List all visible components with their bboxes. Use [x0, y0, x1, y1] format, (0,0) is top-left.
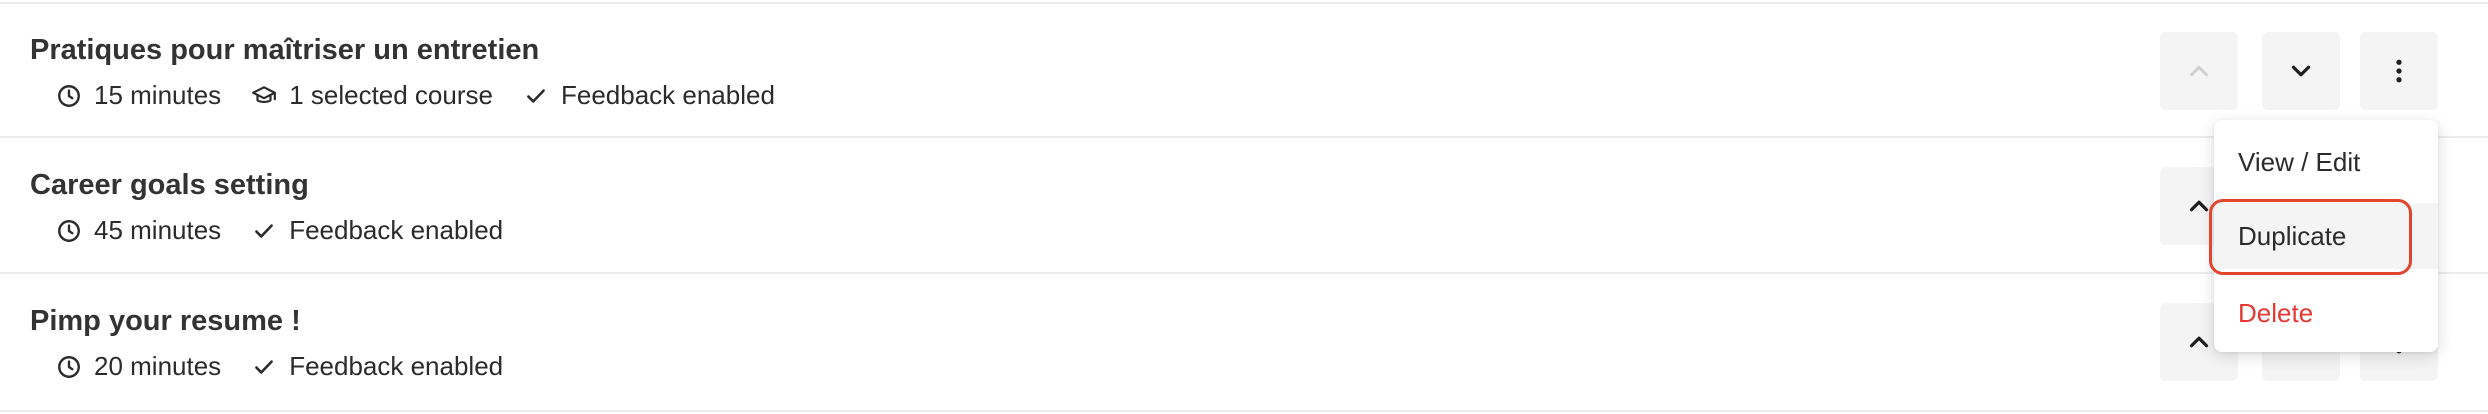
feedback-text: Feedback enabled — [289, 215, 504, 245]
divider — [0, 136, 2488, 138]
feedback-status: Feedback enabled — [251, 351, 503, 382]
check-icon — [523, 83, 549, 109]
session-list: Pratiques pour maîtriser un entretien 15… — [0, 0, 2488, 414]
menu-item-duplicate[interactable]: Duplicate — [2214, 203, 2438, 269]
session-meta: 20 minutes Feedback enabled — [56, 351, 533, 382]
session-title: Pimp your resume ! — [30, 305, 301, 337]
list-item: Pratiques pour maîtriser un entretien 15… — [0, 4, 2488, 138]
more-options-button[interactable] — [2360, 32, 2438, 110]
duration-text: 20 minutes — [94, 351, 222, 381]
more-options-menu: View / Edit Duplicate Delete — [2214, 120, 2438, 352]
session-meta: 15 minutes 1 selected course Feedback en… — [56, 80, 805, 111]
feedback-text: Feedback enabled — [289, 351, 504, 381]
clock-icon — [56, 218, 82, 244]
chevron-up-icon — [2189, 336, 2209, 348]
menu-item-delete[interactable]: Delete — [2214, 280, 2438, 346]
divider — [0, 410, 2488, 412]
list-item: Career goals setting 45 minutes Feedback… — [0, 139, 2488, 273]
more-vertical-icon — [2396, 59, 2402, 83]
move-down-button[interactable] — [2262, 32, 2340, 110]
move-up-button[interactable] — [2160, 32, 2238, 110]
duration: 20 minutes — [56, 351, 221, 382]
feedback-status: Feedback enabled — [523, 80, 775, 111]
menu-item-view-edit[interactable]: View / Edit — [2214, 129, 2438, 195]
chevron-down-icon — [2291, 65, 2311, 77]
duration: 15 minutes — [56, 80, 221, 111]
clock-icon — [56, 354, 82, 380]
session-title: Pratiques pour maîtriser un entretien — [30, 34, 540, 66]
course-text: 1 selected course — [289, 80, 493, 110]
graduation-cap-icon — [251, 83, 277, 109]
chevron-up-icon — [2190, 65, 2208, 77]
selected-course: 1 selected course — [251, 80, 493, 111]
chevron-up-icon — [2189, 200, 2209, 212]
duration: 45 minutes — [56, 215, 221, 246]
feedback-status: Feedback enabled — [251, 215, 503, 246]
divider — [0, 272, 2488, 274]
check-icon — [251, 218, 277, 244]
duration-text: 45 minutes — [94, 215, 222, 245]
list-item: Pimp your resume ! 20 minutes Feedback e… — [0, 275, 2488, 409]
clock-icon — [56, 83, 82, 109]
duration-text: 15 minutes — [94, 80, 222, 110]
session-meta: 45 minutes Feedback enabled — [56, 215, 533, 246]
session-title: Career goals setting — [30, 169, 309, 201]
check-icon — [251, 354, 277, 380]
feedback-text: Feedback enabled — [560, 80, 775, 110]
